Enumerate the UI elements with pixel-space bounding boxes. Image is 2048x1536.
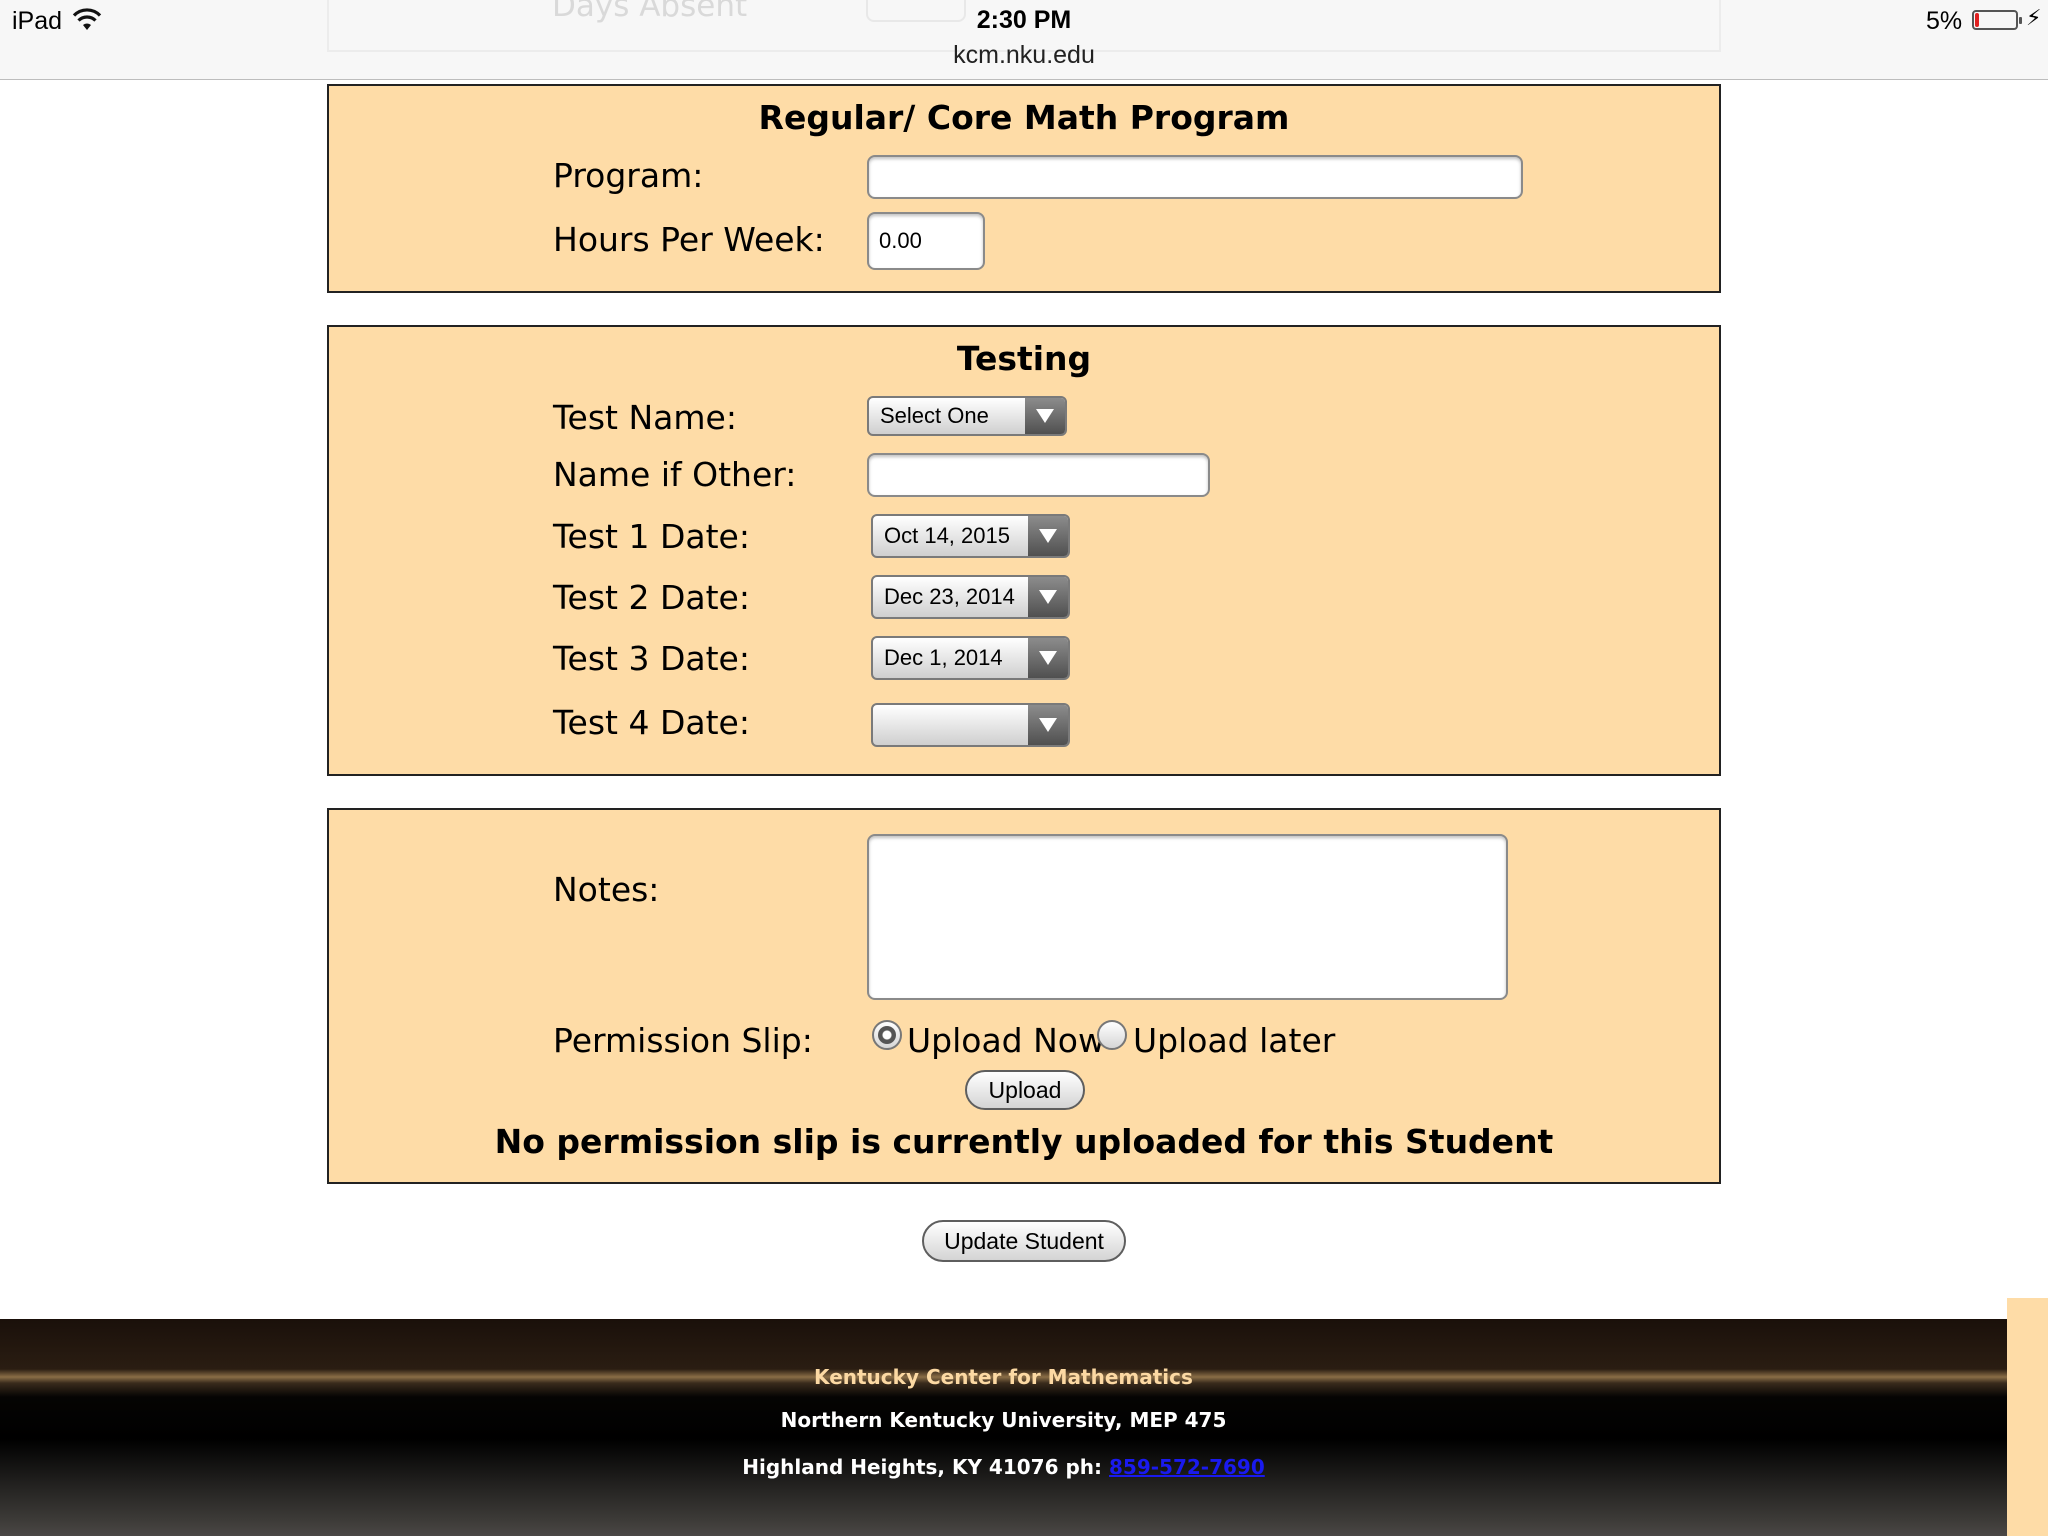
notes-textarea[interactable] (867, 834, 1508, 1000)
test-2-date-select[interactable]: Dec 23, 2014 (871, 575, 1070, 619)
battery-percent: 5% (1926, 7, 1963, 35)
footer-address-text: Highland Heights, KY 41076 ph: (742, 1455, 1109, 1479)
footer-side-strip (2007, 1298, 2048, 1536)
test-3-date-label: Test 3 Date: (553, 639, 750, 678)
test-2-date-label: Test 2 Date: (553, 578, 750, 617)
chevron-down-icon (1028, 705, 1068, 745)
notes-section: Notes: Permission Slip: Upload Now Uploa… (327, 808, 1721, 1184)
upload-now-radio[interactable] (872, 1020, 902, 1050)
permission-slip-label: Permission Slip: (553, 1021, 813, 1060)
name-if-other-label: Name if Other: (553, 455, 797, 494)
footer-org-name: Kentucky Center for Mathematics (814, 1365, 1193, 1389)
test-1-date-label: Test 1 Date: (553, 517, 750, 556)
charging-bolt-icon: ⚡ (2026, 6, 2042, 31)
testing-title: Testing (956, 339, 1092, 378)
test-name-select[interactable]: Select One (867, 396, 1067, 436)
upload-later-radio[interactable] (1097, 1020, 1127, 1050)
test-name-value: Select One (880, 403, 989, 428)
testing-section: Testing Test Name: Select One Name if Ot… (327, 325, 1721, 776)
test-1-date-select[interactable]: Oct 14, 2015 (871, 514, 1070, 558)
update-student-button[interactable]: Update Student (922, 1220, 1126, 1262)
footer-address-line2: Highland Heights, KY 41076 ph: 859-572-7… (0, 1455, 2007, 1479)
chevron-down-icon (1028, 638, 1068, 678)
notes-label: Notes: (553, 870, 660, 909)
program-input[interactable] (867, 155, 1523, 199)
upload-later-label[interactable]: Upload later (1133, 1021, 1335, 1060)
address-bar-url[interactable]: kcm.nku.edu (0, 41, 2048, 70)
chevron-down-icon (1028, 577, 1068, 617)
test-2-date-value: Dec 23, 2014 (884, 584, 1015, 609)
clock: 2:30 PM (976, 6, 1072, 34)
test-4-date-label: Test 4 Date: (553, 703, 750, 742)
upload-button[interactable]: Upload (965, 1070, 1085, 1110)
program-label: Program: (553, 156, 704, 195)
test-name-label: Test Name: (553, 398, 737, 437)
math-program-section: Regular/ Core Math Program Program: Hour… (327, 84, 1721, 293)
math-program-title: Regular/ Core Math Program (758, 98, 1290, 137)
hours-per-week-label: Hours Per Week: (553, 220, 825, 259)
hours-per-week-input[interactable]: 0.00 (867, 212, 985, 270)
test-3-date-select[interactable]: Dec 1, 2014 (871, 636, 1070, 680)
test-1-date-value: Oct 14, 2015 (884, 523, 1010, 548)
footer-address-line1: Northern Kentucky University, MEP 475 (780, 1408, 1227, 1432)
battery-icon (1972, 10, 2022, 30)
upload-now-label[interactable]: Upload Now (907, 1021, 1105, 1060)
footer: Kentucky Center for Mathematics Northern… (0, 1319, 2007, 1536)
no-permission-slip-message: No permission slip is currently uploaded… (494, 1122, 1554, 1161)
chevron-down-icon (1028, 516, 1068, 556)
test-3-date-value: Dec 1, 2014 (884, 645, 1003, 670)
phone-link[interactable]: 859-572-7690 (1109, 1455, 1265, 1479)
name-if-other-input[interactable] (867, 453, 1210, 497)
test-4-date-select[interactable] (871, 703, 1070, 747)
chevron-down-icon (1025, 398, 1065, 434)
status-bar: Days Absent iPad 2:30 PM kcm.nku.edu 5% … (0, 0, 2048, 80)
